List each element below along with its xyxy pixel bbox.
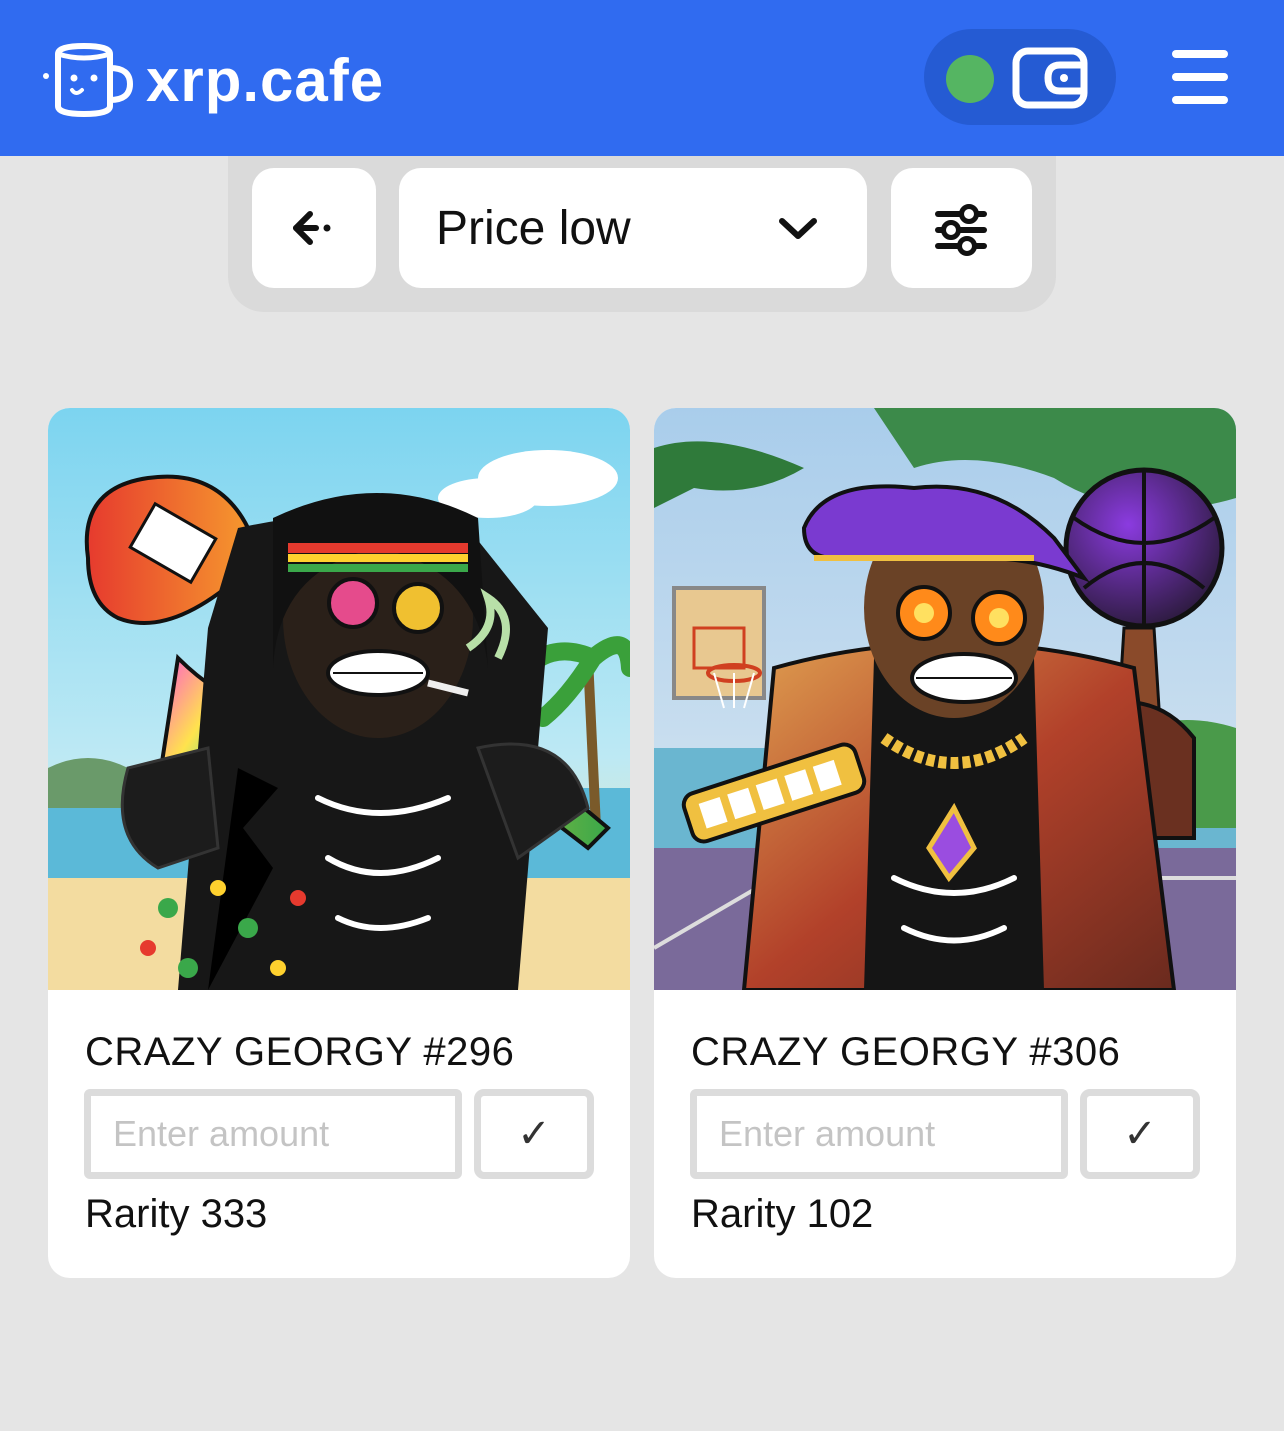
sort-dropdown[interactable]: Price low xyxy=(399,168,867,288)
filter-toolbar: Price low xyxy=(228,156,1056,312)
rarity-label: Rarity 102 xyxy=(691,1192,874,1236)
sort-selected-value: Price low xyxy=(436,202,631,255)
nft-image[interactable] xyxy=(654,408,1236,990)
wallet-icon xyxy=(1012,47,1088,109)
hamburger-menu-icon[interactable] xyxy=(1172,50,1228,104)
nft-image[interactable] xyxy=(48,408,630,990)
nft-title: CRAZY GEORGY #296 xyxy=(85,1030,515,1074)
ape-basketball-artwork xyxy=(654,408,1236,990)
cup-logo-icon xyxy=(43,42,134,118)
brand-logo[interactable]: xrp.cafe xyxy=(40,40,384,120)
nft-title: CRAZY GEORGY #306 xyxy=(691,1030,1121,1074)
confirm-offer-button[interactable]: ✓ xyxy=(474,1089,594,1179)
chevron-down-icon xyxy=(779,218,817,239)
sliders-icon xyxy=(935,204,987,256)
offer-amount-input[interactable] xyxy=(690,1089,1068,1179)
filter-settings-button[interactable] xyxy=(891,168,1032,288)
app-header: xrp.cafe xyxy=(0,0,1284,156)
nft-card[interactable]: CRAZY GEORGY #306 ✓ Rarity 102 xyxy=(654,408,1236,1278)
connection-status-dot xyxy=(946,55,994,103)
nft-card[interactable]: CRAZY GEORGY #296 ✓ Rarity 333 xyxy=(48,408,630,1278)
brand-name: xrp.cafe xyxy=(146,46,385,114)
back-button[interactable] xyxy=(252,168,376,288)
rarity-label: Rarity 333 xyxy=(85,1192,268,1236)
confirm-offer-button[interactable]: ✓ xyxy=(1080,1089,1200,1179)
arrow-left-icon xyxy=(293,211,331,245)
offer-amount-input[interactable] xyxy=(84,1089,462,1179)
wallet-button[interactable] xyxy=(924,29,1116,125)
ape-guitar-artwork xyxy=(48,408,630,990)
